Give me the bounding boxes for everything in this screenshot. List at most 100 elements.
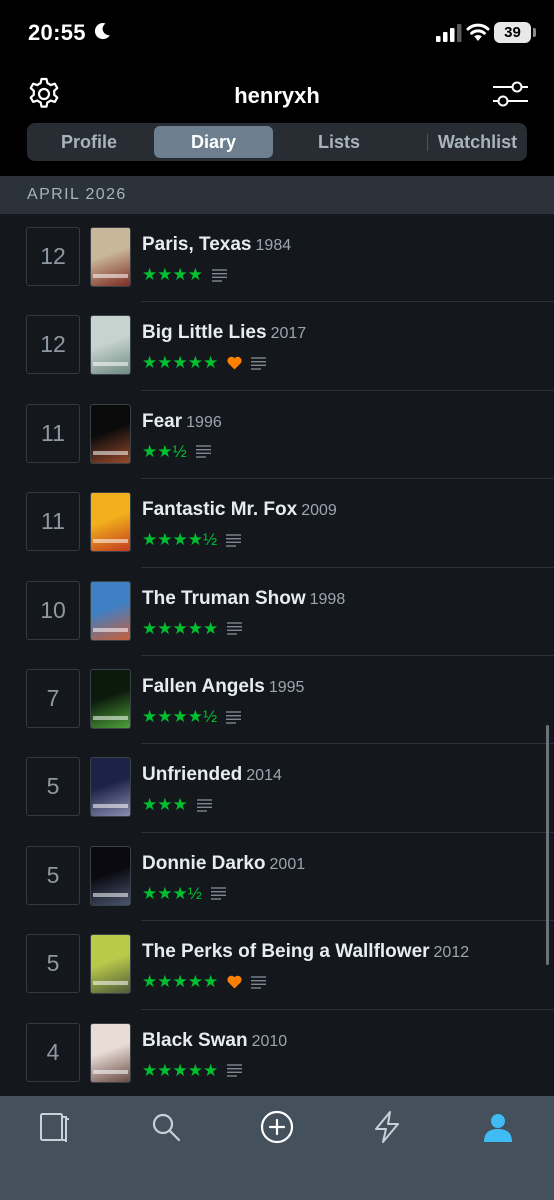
star-rating: ★★★★½: [142, 530, 218, 550]
star-rating: ★★★★★: [142, 618, 219, 638]
film-poster[interactable]: [90, 934, 131, 995]
film-year: 1998: [309, 590, 346, 608]
star-rating: ★★★: [142, 795, 188, 815]
film-year: 2001: [269, 855, 306, 873]
entry-meta: ★★★★★: [142, 1060, 243, 1081]
entry-meta: ★★★★★: [142, 618, 243, 639]
entry-meta: ★★★★½: [142, 707, 242, 727]
film-title-line[interactable]: The Perks of Being a Wallflower 2012: [142, 941, 469, 963]
diary-entry-row[interactable]: 12 Big Little Lies 2017 ★★★★★: [0, 302, 554, 391]
entry-meta: ★★★★: [142, 265, 227, 285]
film-poster[interactable]: [90, 315, 131, 376]
film-poster[interactable]: [90, 403, 131, 464]
star-rating: ★★★★★: [142, 1060, 219, 1080]
entry-day: 7: [26, 669, 80, 728]
diary-entry-row[interactable]: 5 Unfriended 2014 ★★★: [0, 744, 554, 833]
status-bar: 20:55 39: [0, 0, 554, 64]
film-title[interactable]: Fear: [142, 411, 182, 432]
film-title-line[interactable]: Fallen Angels 1995: [142, 676, 304, 698]
film-year: 2012: [433, 944, 470, 962]
film-title[interactable]: The Truman Show: [142, 588, 306, 609]
film-poster[interactable]: [90, 845, 131, 906]
film-title[interactable]: Paris, Texas: [142, 234, 252, 255]
tab-lists[interactable]: Lists: [279, 126, 399, 158]
film-title-line[interactable]: Donnie Darko 2001: [142, 853, 305, 875]
film-year: 2010: [251, 1032, 288, 1050]
diary-entry-row[interactable]: 4 Black Swan 2010 ★★★★★: [0, 1010, 554, 1096]
film-poster[interactable]: [90, 227, 131, 287]
diary-entry-row[interactable]: 5 The Perks of Being a Wallflower 2012 ★★★★…: [0, 921, 554, 1010]
wifi-icon: [466, 23, 490, 41]
profile-tabs: Profile Diary Lists Watchlist: [27, 123, 527, 161]
activity-icon[interactable]: [370, 1110, 404, 1144]
tab-diary[interactable]: Diary: [154, 126, 273, 158]
entry-meta: ★★★★★: [142, 972, 267, 992]
film-poster[interactable]: [90, 757, 131, 818]
entry-day: 4: [26, 1022, 80, 1082]
month-section-header: APRIL 2026: [0, 176, 554, 214]
film-title[interactable]: Unfriended: [142, 764, 242, 785]
film-title-line[interactable]: The Truman Show 1998: [142, 588, 345, 610]
film-title[interactable]: Fantastic Mr. Fox: [142, 499, 297, 520]
film-year: 1996: [186, 413, 222, 431]
diary-entry-row[interactable]: 10 The Truman Show 1998 ★★★★★: [0, 568, 554, 656]
tab-watchlist[interactable]: Watchlist: [415, 126, 540, 158]
film-year: 1984: [255, 237, 292, 254]
username-title: henryxh: [234, 83, 320, 108]
star-rating: ★★★★: [142, 265, 203, 284]
poster-title-strip: [93, 627, 128, 632]
diary-list[interactable]: 12 Paris, Texas 1984 ★★★★ 12 Big Little Lies 2…: [0, 214, 554, 1096]
poster-title-strip: [93, 362, 128, 367]
add-icon[interactable]: [260, 1110, 294, 1144]
entry-day: 5: [26, 845, 80, 905]
film-poster[interactable]: [90, 492, 131, 553]
battery-indicator: 39: [494, 22, 536, 43]
entry-day: 11: [26, 492, 80, 552]
diary-entry-row[interactable]: 12 Paris, Texas 1984 ★★★★: [0, 214, 554, 303]
diary-entry-row[interactable]: 5 Donnie Darko 2001 ★★★½: [0, 833, 554, 922]
diary-entry-row[interactable]: 11 Fantastic Mr. Fox 2009 ★★★★½: [0, 479, 554, 568]
entry-day: 5: [26, 934, 80, 994]
poster-title-strip: [93, 274, 128, 278]
film-year: 2017: [270, 325, 307, 343]
film-title-line[interactable]: Fantastic Mr. Fox 2009: [142, 499, 337, 521]
star-rating: ★★★★★: [142, 353, 219, 373]
poster-title-strip: [93, 804, 128, 809]
film-title[interactable]: Black Swan: [142, 1030, 248, 1051]
entry-day: 5: [26, 757, 80, 817]
film-title-line[interactable]: Fear 1996: [142, 411, 222, 433]
search-icon[interactable]: [149, 1110, 183, 1144]
tab-profile[interactable]: Profile: [31, 126, 147, 158]
battery-level: 39: [504, 24, 521, 41]
entry-day: 12: [26, 227, 80, 286]
film-title-line[interactable]: Unfriended 2014: [142, 764, 282, 786]
star-rating: ★★★★½: [142, 707, 218, 726]
film-title-line[interactable]: Big Little Lies 2017: [142, 322, 306, 344]
film-title[interactable]: Donnie Darko: [142, 853, 266, 874]
review-lines-icon: [195, 445, 211, 458]
diary-entry-row[interactable]: 7 Fallen Angels 1995 ★★★★½: [0, 656, 554, 745]
film-poster[interactable]: [90, 580, 131, 641]
film-title[interactable]: Big Little Lies: [142, 322, 267, 343]
profile-header: henryxh Profile Diary Lists Watchlist: [0, 64, 554, 176]
filter-sliders-icon[interactable]: [492, 78, 528, 110]
diary-entry-row[interactable]: 11 Fear 1996 ★★½: [0, 391, 554, 480]
films-icon[interactable]: [38, 1110, 72, 1144]
film-poster[interactable]: [90, 669, 131, 729]
review-lines-icon: [226, 533, 242, 547]
heart-icon: [227, 975, 242, 989]
entry-meta: ★★★★★: [142, 353, 267, 373]
film-title-line[interactable]: Black Swan 2010: [142, 1030, 287, 1052]
status-time: 20:55: [28, 20, 86, 45]
entry-meta: ★★½: [142, 442, 211, 462]
film-title[interactable]: Fallen Angels: [142, 676, 265, 697]
film-title-line[interactable]: Paris, Texas 1984: [142, 234, 291, 256]
review-lines-icon: [196, 799, 212, 812]
entry-meta: ★★★★½: [142, 530, 242, 550]
scrollbar[interactable]: [546, 725, 549, 965]
poster-title-strip: [93, 716, 128, 720]
film-title[interactable]: The Perks of Being a Wallflower: [142, 941, 430, 962]
profile-icon[interactable]: [481, 1110, 515, 1144]
film-poster[interactable]: [90, 1022, 131, 1083]
battery-cap: [533, 28, 536, 37]
